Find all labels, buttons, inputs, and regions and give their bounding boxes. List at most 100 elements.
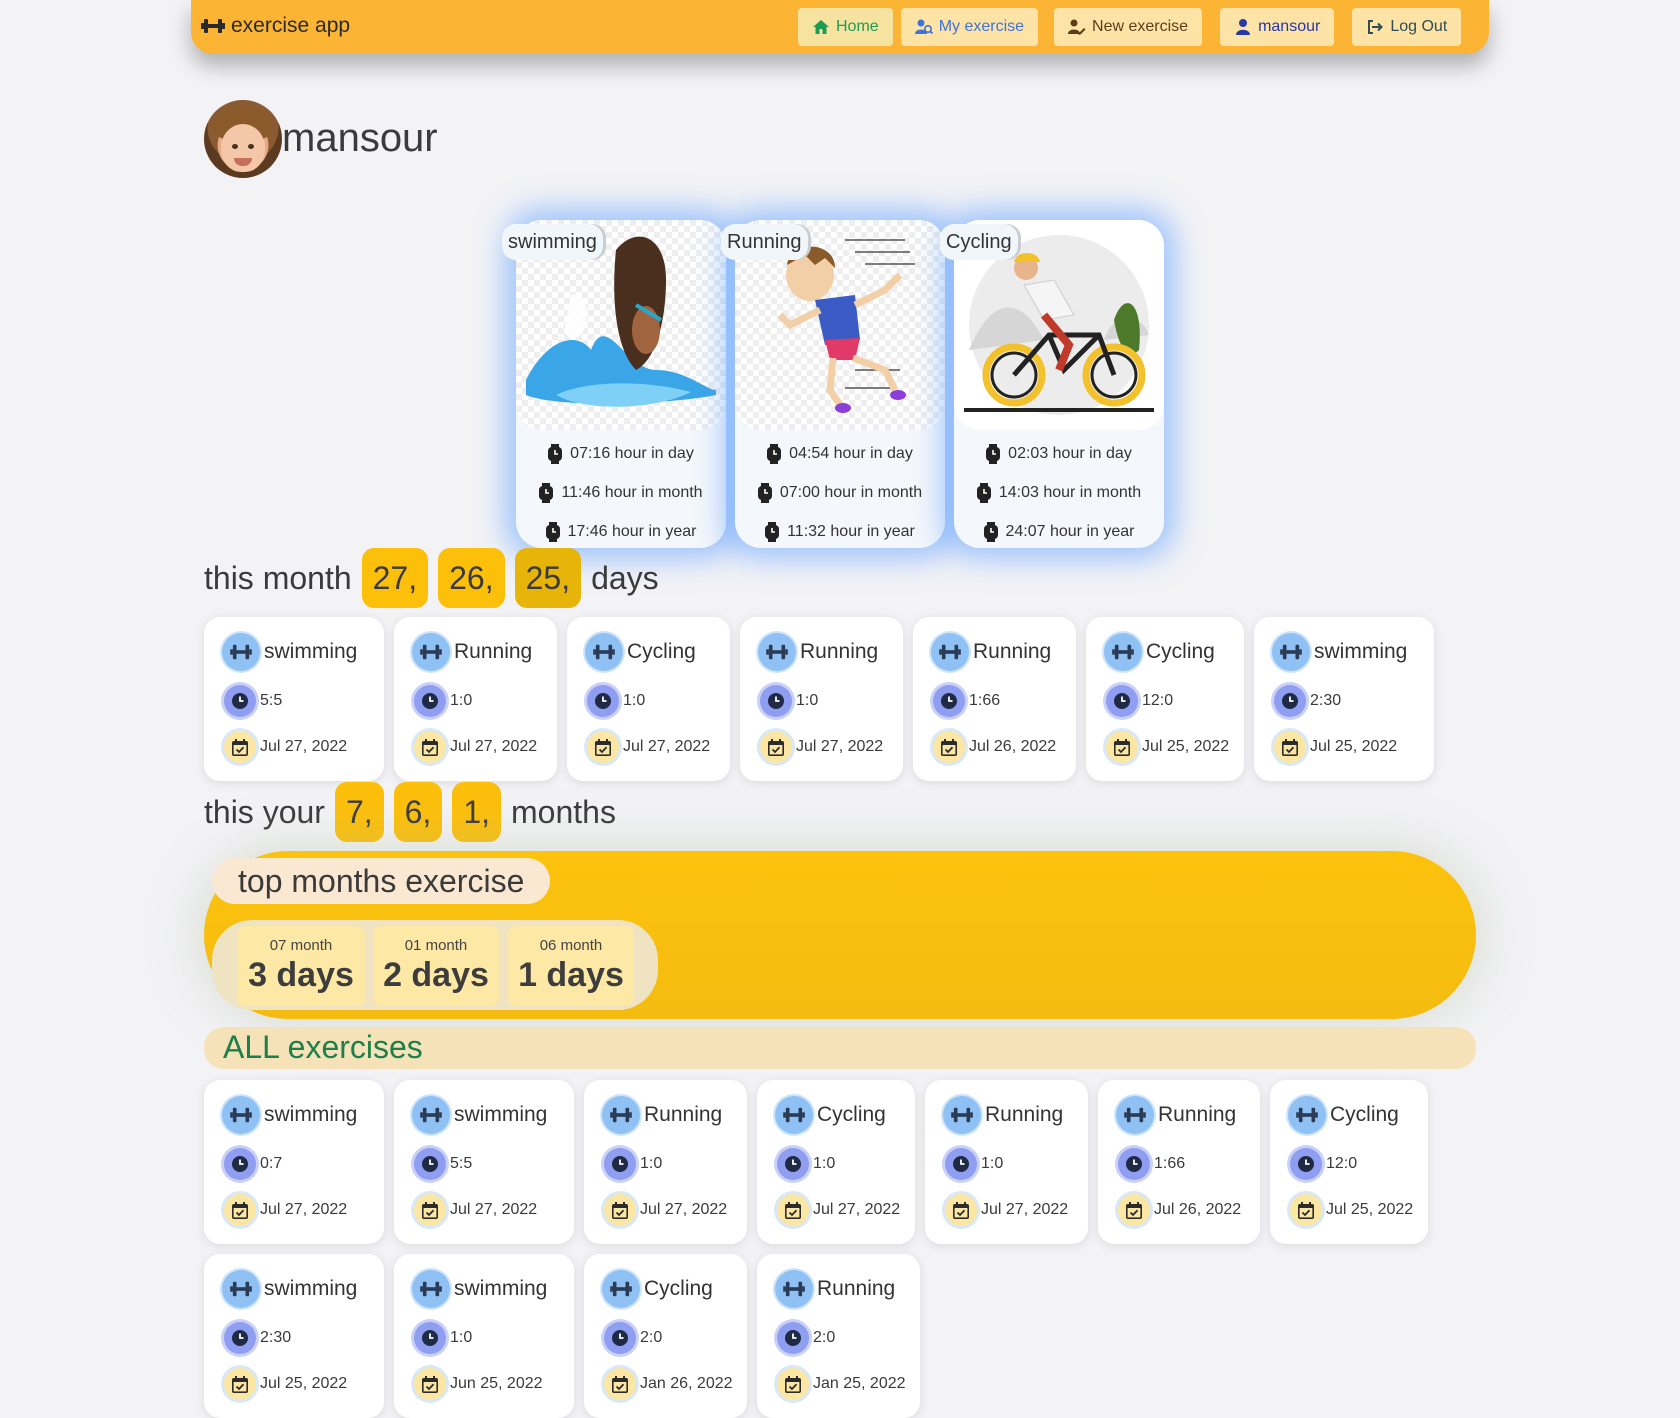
user-group-icon xyxy=(914,19,933,35)
stat-month-text: 07:00 hour in month xyxy=(779,483,923,501)
exercise-card[interactable]: Running 1:66 Jul 26, 2022 xyxy=(913,617,1076,781)
dumbbell-icon xyxy=(412,1096,450,1134)
this-year-heading: this your 7, 6, 1, months xyxy=(204,782,616,842)
exercise-date-line: Jul 26, 2022 xyxy=(931,731,1056,763)
exercise-duration: 1:66 xyxy=(1154,1155,1186,1172)
exercise-duration: 1:0 xyxy=(813,1155,836,1172)
exercise-duration-line: 1:0 xyxy=(412,685,472,717)
exercise-card[interactable]: Running 1:0 Jul 27, 2022 xyxy=(394,617,557,781)
exercise-name-line: Running xyxy=(943,1096,1063,1134)
activity-card-cycling[interactable]: Cycling 02:03 hour in day 14:03 hour in … xyxy=(940,220,1164,548)
avatar xyxy=(204,100,282,178)
exercise-duration-line: 12:0 xyxy=(1288,1148,1357,1180)
exercise-duration: 2:30 xyxy=(260,1329,292,1346)
watch-icon xyxy=(765,521,780,542)
exercise-name: Cycling xyxy=(817,1103,886,1126)
top-month-item: 06 month 1 days xyxy=(508,926,634,1006)
stat-month: 14:03 hour in month xyxy=(954,473,1164,512)
exercise-card[interactable]: Running 1:66 Jul 26, 2022 xyxy=(1098,1080,1260,1244)
exercise-card[interactable]: Cycling 12:0 Jul 25, 2022 xyxy=(1270,1080,1428,1244)
calendar-check-icon xyxy=(587,731,619,763)
nav-new-exercise-button[interactable]: New exercise xyxy=(1054,8,1203,46)
exercise-duration: 1:0 xyxy=(981,1155,1004,1172)
watch-icon xyxy=(545,521,560,542)
watch-icon xyxy=(548,443,563,464)
exercise-date-line: Jul 27, 2022 xyxy=(585,731,710,763)
exercise-name-line: swimming xyxy=(412,1096,547,1134)
exercise-name-line: Running xyxy=(1116,1096,1236,1134)
top-month-value: 2 days xyxy=(383,956,489,994)
dumbbell-icon xyxy=(412,1270,450,1308)
watch-icon xyxy=(539,482,554,503)
stat-month-text: 14:03 hour in month xyxy=(998,483,1142,501)
exercise-name: swimming xyxy=(264,640,358,663)
brand[interactable]: exercise app xyxy=(201,14,350,38)
nav-logout-button[interactable]: Log Out xyxy=(1352,8,1462,46)
exercise-name: Cycling xyxy=(644,1277,713,1300)
dumbbell-icon xyxy=(222,1270,260,1308)
activity-card-swimming[interactable]: swimming 07:16 hour in day 11:46 hour in… xyxy=(502,220,726,548)
calendar-check-icon xyxy=(604,1368,636,1400)
exercise-name-line: swimming xyxy=(222,633,357,671)
exercise-card[interactable]: Running 1:0 Jul 27, 2022 xyxy=(925,1080,1088,1244)
month-chip: 6, xyxy=(393,782,443,842)
exercise-name: swimming xyxy=(454,1103,548,1126)
exercise-date-line: Jul 27, 2022 xyxy=(943,1194,1068,1226)
exercise-name: Running xyxy=(454,640,533,663)
exercise-card[interactable]: Cycling 1:0 Jul 27, 2022 xyxy=(567,617,730,781)
logout-icon xyxy=(1368,20,1384,34)
nav-home-button[interactable]: Home xyxy=(798,8,893,46)
dumbbell-icon xyxy=(412,633,450,671)
dumbbell-icon xyxy=(1272,633,1310,671)
exercise-duration-line: 1:0 xyxy=(602,1148,662,1180)
clock-icon xyxy=(933,685,965,717)
exercise-card[interactable]: swimming 2:30 Jul 25, 2022 xyxy=(204,1254,384,1418)
exercise-date: Jul 27, 2022 xyxy=(450,1201,538,1218)
exercise-card[interactable]: swimming 5:5 Jul 27, 2022 xyxy=(394,1080,574,1244)
clock-icon xyxy=(1106,685,1138,717)
clock-icon xyxy=(414,1322,446,1354)
exercise-name-line: Running xyxy=(775,1270,895,1308)
exercise-duration: 5:5 xyxy=(260,692,283,709)
day-chip: 26, xyxy=(438,548,505,608)
dumbbell-icon xyxy=(775,1270,813,1308)
watch-icon xyxy=(976,482,991,503)
exercise-card[interactable]: Cycling 1:0 Jul 27, 2022 xyxy=(757,1080,915,1244)
dumbbell-icon xyxy=(943,1096,981,1134)
exercise-date-line: Jul 25, 2022 xyxy=(222,1368,347,1400)
exercise-card[interactable]: Cycling 2:0 Jan 26, 2022 xyxy=(584,1254,747,1418)
nav-user-button[interactable]: mansour xyxy=(1220,8,1335,46)
exercise-duration-line: 1:0 xyxy=(758,685,818,717)
exercise-card[interactable]: Running 1:0 Jul 27, 2022 xyxy=(584,1080,747,1244)
clock-icon xyxy=(224,1148,256,1180)
clock-icon xyxy=(587,685,619,717)
exercise-date: Jul 25, 2022 xyxy=(1310,738,1398,755)
this-month-exercise-list: swimming 5:5 Jul 27, 2022 Running 1:0 Jul 27,… xyxy=(204,617,1444,781)
exercise-card[interactable]: Running 1:0 Jul 27, 2022 xyxy=(740,617,903,781)
exercise-card[interactable]: Cycling 12:0 Jul 25, 2022 xyxy=(1086,617,1244,781)
exercise-date: Jul 27, 2022 xyxy=(813,1201,901,1218)
nav-my-exercise-button[interactable]: My exercise xyxy=(900,8,1039,46)
calendar-check-icon xyxy=(945,1194,977,1226)
activity-card-running[interactable]: Running 04:54 hour in day 07:00 hour in … xyxy=(721,220,945,548)
exercise-date: Jul 27, 2022 xyxy=(796,738,884,755)
exercise-card[interactable]: Running 2:0 Jan 25, 2022 xyxy=(757,1254,920,1418)
calendar-check-icon xyxy=(414,1194,446,1226)
exercise-name: Running xyxy=(800,640,879,663)
exercise-date-line: Jun 25, 2022 xyxy=(412,1368,543,1400)
exercise-name-line: Running xyxy=(931,633,1051,671)
exercise-name-line: Cycling xyxy=(602,1270,713,1308)
exercise-name-line: Cycling xyxy=(1288,1096,1399,1134)
exercise-card[interactable]: swimming 0:7 Jul 27, 2022 xyxy=(204,1080,384,1244)
exercise-duration: 1:66 xyxy=(969,692,1001,709)
this-year-suffix: months xyxy=(511,793,616,830)
day-chip: 27, xyxy=(361,548,429,608)
exercise-card[interactable]: swimming 5:5 Jul 27, 2022 xyxy=(204,617,384,781)
dumbbell-icon xyxy=(1116,1096,1154,1134)
exercise-card[interactable]: swimming 1:0 Jun 25, 2022 xyxy=(394,1254,574,1418)
exercise-date: Jul 26, 2022 xyxy=(969,738,1057,755)
exercise-duration-line: 2:30 xyxy=(1272,685,1341,717)
top-month-item: 01 month 2 days xyxy=(373,926,499,1006)
exercise-card[interactable]: swimming 2:30 Jul 25, 2022 xyxy=(1254,617,1434,781)
stat-day: 04:54 hour in day xyxy=(735,434,945,473)
